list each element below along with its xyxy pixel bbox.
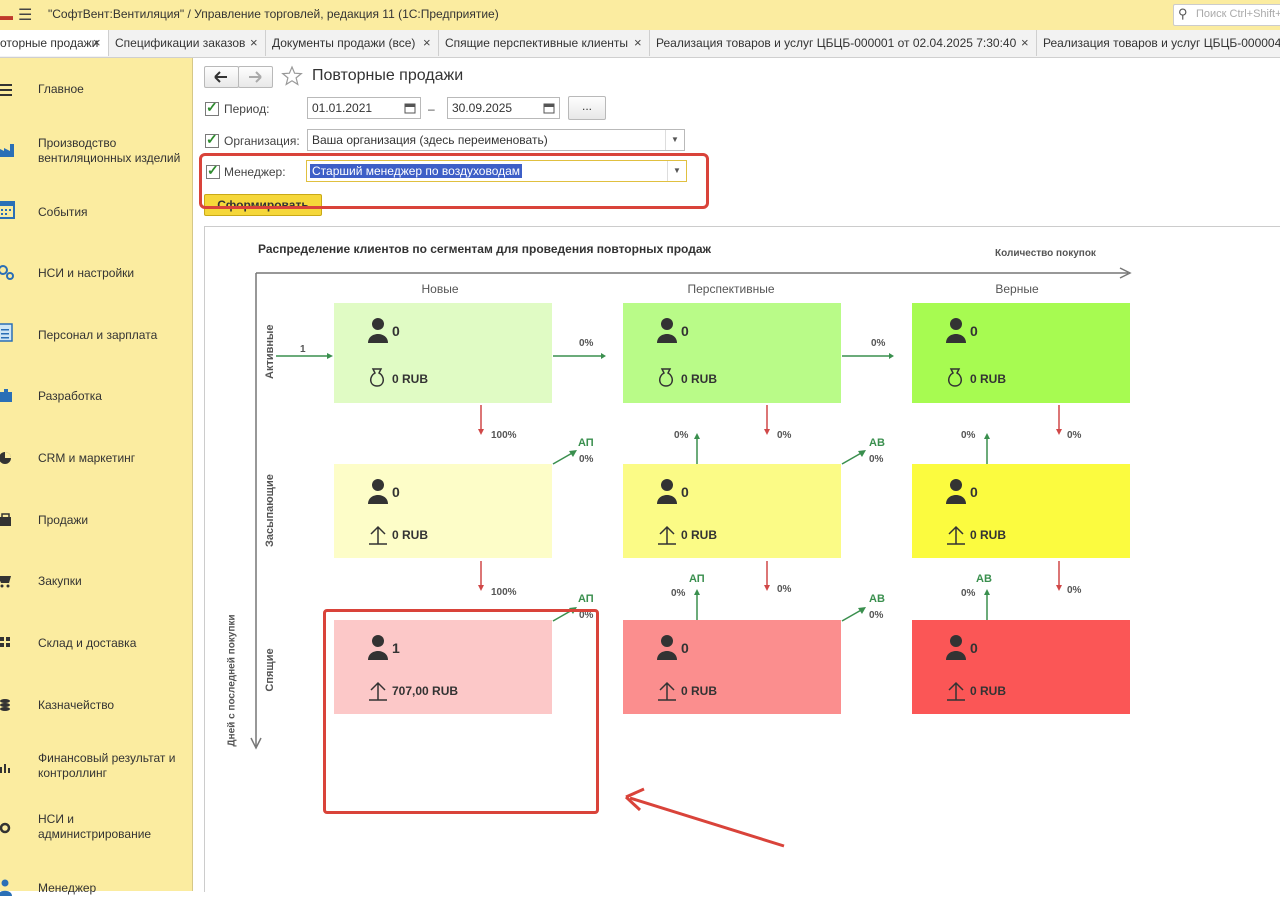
segment-count: 0 — [681, 484, 689, 500]
diagram-arrows — [250, 267, 1132, 848]
highlight-frame-segment — [323, 609, 599, 814]
segment-perspective-sleeping[interactable]: 0 0 RUB — [623, 620, 841, 714]
arrow-diag-1 — [552, 451, 575, 465]
pct-loyal-up-1: 0% — [961, 430, 976, 441]
label-ap-2: АП — [689, 573, 705, 585]
pct-loyal-down-2: 0% — [1067, 585, 1082, 596]
segment-loyal-sleeping[interactable]: 0 0 RUB — [912, 620, 1130, 714]
person-icon — [946, 479, 966, 504]
arrow-persp-loyal-head — [889, 353, 894, 359]
label-ap-1: АП — [578, 437, 594, 449]
money-bag-icon — [370, 368, 384, 387]
segment-count: 0 — [392, 484, 400, 500]
segment-sum: 0 RUB — [681, 372, 718, 386]
arrow-down-persp-1-head — [764, 429, 770, 435]
person-icon — [368, 479, 388, 504]
arrow-up-icon — [369, 525, 387, 545]
pct-persp-to-loyal: 0% — [871, 338, 886, 349]
label-av-2: АВ — [976, 573, 992, 585]
arrow-incoming-head — [327, 353, 333, 359]
person-icon — [946, 318, 966, 343]
segment-perspective-active[interactable]: 0 0 RUB — [623, 303, 841, 403]
y-axis-label: Дней с последней покупки — [226, 614, 238, 747]
label-ap-3: АП — [578, 593, 594, 605]
segment-sum: 0 RUB — [681, 684, 718, 698]
segment-count: 0 — [970, 323, 978, 339]
money-bag-icon — [948, 368, 962, 387]
row-header-sleeping: Спящие — [264, 648, 276, 692]
person-icon — [368, 318, 388, 343]
col-header-loyal: Верные — [995, 282, 1039, 296]
pct-new-down-2: 100% — [491, 587, 517, 598]
pct-persp-down-2: 0% — [777, 584, 792, 595]
arrow-up-loyal-2-head — [984, 589, 990, 595]
label-av-1: АВ — [869, 437, 885, 449]
segment-loyal-active[interactable]: 0 0 RUB — [912, 303, 1130, 403]
person-icon — [657, 318, 677, 343]
segment-sum: 0 RUB — [970, 528, 1007, 542]
pct-loyal-down-1: 0% — [1067, 430, 1082, 441]
pct-persp-up-1: 0% — [674, 430, 689, 441]
arrow-up-icon — [658, 525, 676, 545]
arrow-new-persp-head — [601, 353, 606, 359]
person-icon — [657, 635, 677, 660]
pct-persp-up-2: 0% — [671, 588, 686, 599]
segment-count: 0 — [970, 484, 978, 500]
pct-loyal-up-2: 0% — [961, 588, 976, 599]
segment-count: 0 — [392, 323, 400, 339]
arrow-up-icon — [658, 681, 676, 701]
segment-sum: 0 RUB — [970, 372, 1007, 386]
row-header-active: Активные — [264, 324, 276, 379]
segment-sum: 0 RUB — [970, 684, 1007, 698]
money-bag-icon — [659, 368, 673, 387]
incoming-count-label: 1 — [300, 344, 306, 355]
segment-count: 0 — [681, 323, 689, 339]
segment-sum: 0 RUB — [392, 372, 429, 386]
arrow-up-loyal-1-head — [984, 433, 990, 439]
arrow-down-loyal-1-head — [1056, 429, 1062, 435]
pct-new-to-persp: 0% — [579, 338, 594, 349]
arrow-up-persp-2-head — [694, 589, 700, 595]
person-icon — [657, 479, 677, 504]
pct-diag-2: 0% — [869, 454, 884, 465]
label-av-3: АВ — [869, 593, 885, 605]
segment-sum: 0 RUB — [681, 528, 718, 542]
annotation-arrow — [629, 796, 785, 848]
col-header-new: Новые — [421, 282, 459, 296]
segment-new-falling-asleep[interactable]: 0 0 RUB — [334, 464, 552, 558]
arrow-down-loyal-2-head — [1056, 585, 1062, 591]
arrow-diag-4 — [841, 608, 864, 622]
arrow-up-icon — [947, 681, 965, 701]
segment-sum: 0 RUB — [392, 528, 429, 542]
col-header-perspective: Перспективные — [687, 282, 775, 296]
segment-count: 0 — [970, 640, 978, 656]
pct-diag-1: 0% — [579, 454, 594, 465]
segment-loyal-falling-asleep[interactable]: 0 0 RUB — [912, 464, 1130, 558]
arrow-down-persp-2-head — [764, 585, 770, 591]
arrow-diag-2 — [841, 451, 864, 465]
pct-diag-4: 0% — [869, 610, 884, 621]
pct-persp-down-1: 0% — [777, 430, 792, 441]
pct-new-down-1: 100% — [491, 430, 517, 441]
person-icon — [946, 635, 966, 660]
arrow-down-new-2-head — [478, 585, 484, 591]
row-header-falling-asleep: Засыпающие — [264, 474, 276, 547]
segment-new-active[interactable]: 0 0 RUB — [334, 303, 552, 403]
arrow-up-persp-1-head — [694, 433, 700, 439]
arrow-up-icon — [947, 525, 965, 545]
arrow-down-new-1-head — [478, 429, 484, 435]
segment-perspective-falling-asleep[interactable]: 0 0 RUB — [623, 464, 841, 558]
segment-count: 0 — [681, 640, 689, 656]
